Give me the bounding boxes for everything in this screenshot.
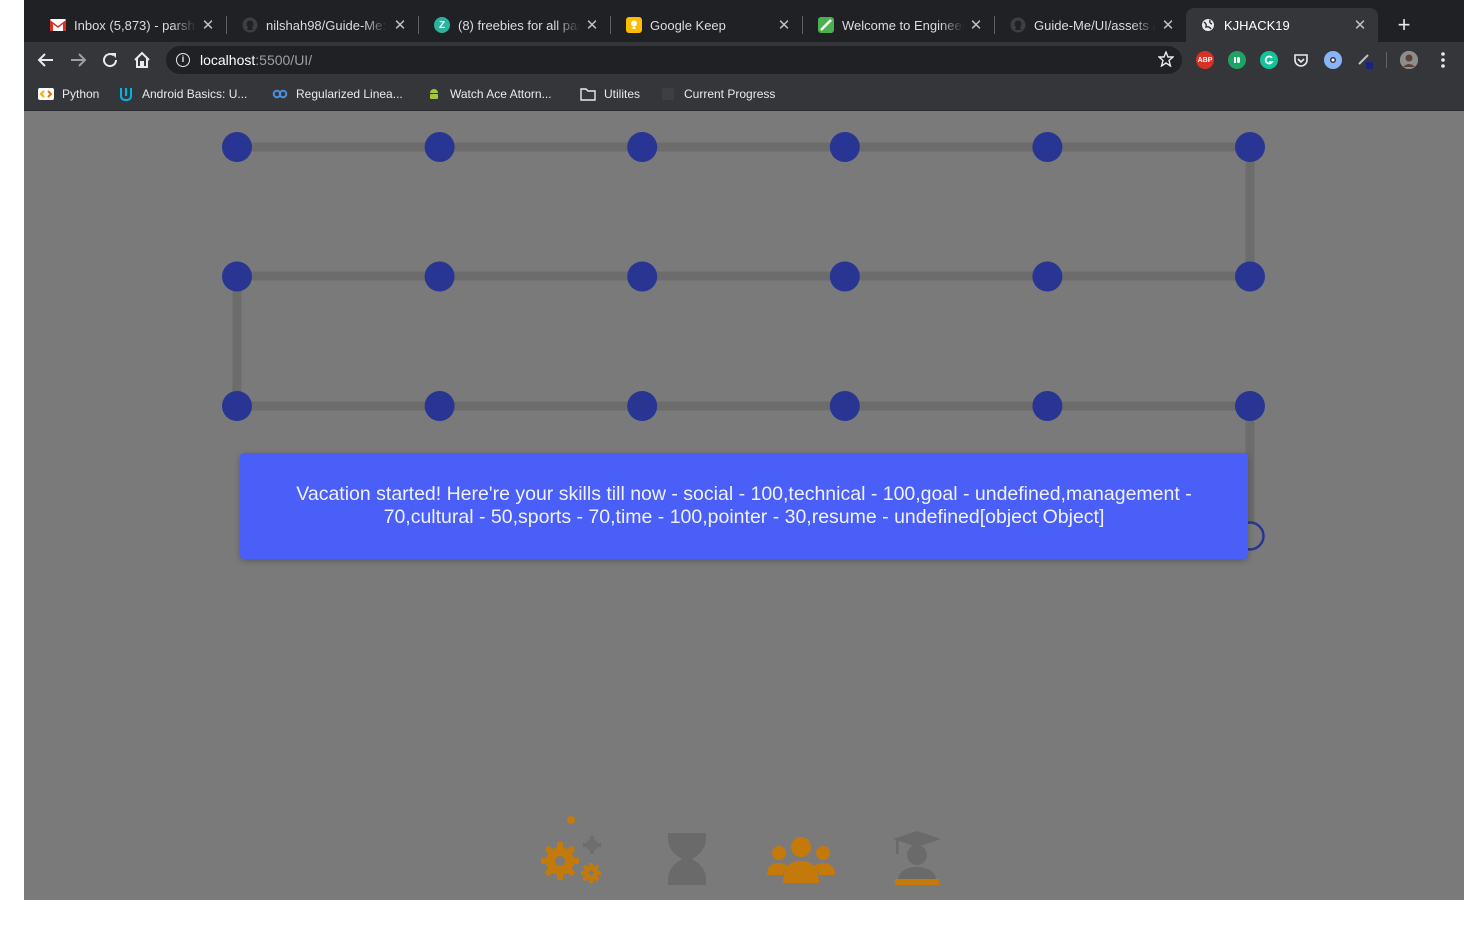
tab-separator xyxy=(994,16,995,34)
page-viewport: Vacation started! Here're your skills ti… xyxy=(24,111,1464,900)
tab-github-guide-me[interactable]: nilshah98/Guide-Me: ✕ xyxy=(228,8,418,42)
tab-freebies[interactable]: Z (8) freebies for all part ✕ xyxy=(420,8,610,42)
tab-separator xyxy=(226,16,227,34)
hourglass-icon[interactable] xyxy=(652,831,722,887)
android-icon xyxy=(426,86,442,102)
engineering-icon xyxy=(818,17,834,33)
new-tab-button[interactable]: + xyxy=(1390,12,1418,40)
profile-avatar[interactable] xyxy=(1400,51,1418,69)
toast-message: Vacation started! Here're your skills ti… xyxy=(296,483,1192,528)
toolbar-divider xyxy=(1386,52,1387,68)
page-icon xyxy=(660,86,676,102)
adblock-icon[interactable]: ABP xyxy=(1196,51,1214,69)
star-icon[interactable] xyxy=(1157,50,1175,72)
board-node xyxy=(829,132,860,162)
folder-icon xyxy=(580,86,596,102)
tab-engineering[interactable]: Welcome to Engineerin ✕ xyxy=(804,8,994,42)
pen-icon[interactable] xyxy=(1356,51,1374,69)
reload-button[interactable] xyxy=(98,48,122,72)
address-bar[interactable]: i localhost:5500/UI/ xyxy=(166,46,1182,74)
tab-separator xyxy=(418,16,419,34)
bookmark-regularized[interactable]: Regularized Linea... xyxy=(272,84,403,104)
globe-icon xyxy=(1200,17,1216,33)
close-icon[interactable]: ✕ xyxy=(1160,16,1176,34)
board-node xyxy=(627,261,658,292)
board-node xyxy=(222,261,252,292)
bookmarks-bar: Python Android Basics: U... Regularized … xyxy=(24,78,1464,111)
coursera-icon xyxy=(272,86,288,102)
close-icon[interactable]: ✕ xyxy=(584,16,600,34)
board-node xyxy=(424,261,455,292)
colab-icon xyxy=(38,86,54,102)
grammarly-icon[interactable] xyxy=(1260,51,1278,69)
keep-icon xyxy=(626,17,642,33)
vacation-toast: Vacation started! Here're your skills ti… xyxy=(240,453,1248,559)
forward-button[interactable] xyxy=(66,48,90,72)
green-extension-icon[interactable] xyxy=(1228,51,1246,69)
close-icon[interactable]: ✕ xyxy=(776,16,792,34)
tab-separator xyxy=(802,16,803,34)
home-button[interactable] xyxy=(130,48,154,72)
close-icon[interactable]: ✕ xyxy=(200,16,216,34)
board-node xyxy=(829,391,860,421)
board-node xyxy=(627,132,658,162)
tab-separator xyxy=(610,16,611,34)
board-node xyxy=(1235,132,1265,162)
board-node xyxy=(222,132,252,162)
board-node xyxy=(1032,132,1063,162)
board-node xyxy=(222,391,252,421)
close-icon[interactable]: ✕ xyxy=(392,16,408,34)
url-host: localhost xyxy=(200,52,256,68)
close-icon[interactable]: ✕ xyxy=(968,16,984,34)
github-icon xyxy=(242,17,258,33)
info-icon[interactable]: i xyxy=(176,53,190,67)
pocket-icon[interactable] xyxy=(1292,51,1310,69)
back-button[interactable] xyxy=(34,48,58,72)
board-node xyxy=(627,391,658,421)
graduate-icon[interactable] xyxy=(880,831,950,887)
toolbar: i localhost:5500/UI/ ABP xyxy=(24,42,1464,78)
tab-gmail[interactable]: Inbox (5,873) - parshv ✕ xyxy=(36,8,226,42)
tab-github-assets[interactable]: Guide-Me/UI/assets at ✕ xyxy=(996,8,1186,42)
forward-arrow-icon xyxy=(71,53,87,67)
url-path: :5500/UI/ xyxy=(255,52,313,68)
udacity-icon xyxy=(118,86,134,102)
board-node xyxy=(829,261,860,292)
board-node xyxy=(1235,391,1265,421)
back-arrow-icon xyxy=(37,53,53,67)
tab-strip: Inbox (5,873) - parshv ✕ nilshah98/Guide… xyxy=(24,0,1464,42)
board-node xyxy=(1032,391,1063,421)
bookmark-android-basics[interactable]: Android Basics: U... xyxy=(118,84,247,104)
menu-icon[interactable] xyxy=(1434,51,1452,69)
home-icon xyxy=(134,51,150,68)
board-node xyxy=(424,132,455,162)
gmail-icon xyxy=(50,17,66,33)
bookmark-utilites[interactable]: Utilites xyxy=(580,84,640,104)
group-icon[interactable] xyxy=(766,831,836,887)
tab-kjhack19[interactable]: KJHACK19 ✕ xyxy=(1186,8,1378,42)
bookmark-current-progress[interactable]: Current Progress xyxy=(660,84,775,104)
close-icon[interactable]: ✕ xyxy=(1352,16,1368,34)
tab-google-keep[interactable]: Google Keep ✕ xyxy=(612,8,802,42)
extension-icon[interactable] xyxy=(1324,51,1342,69)
z-icon: Z xyxy=(434,17,450,33)
board-node xyxy=(424,391,455,421)
github-icon xyxy=(1010,17,1026,33)
bookmark-python[interactable]: Python xyxy=(38,84,99,104)
board-node xyxy=(1032,261,1063,292)
reload-icon xyxy=(103,53,118,68)
browser-window: Inbox (5,873) - parshv ✕ nilshah98/Guide… xyxy=(24,0,1464,900)
technical-gears-icon[interactable] xyxy=(536,811,606,887)
board-node xyxy=(1235,261,1265,292)
bookmark-ace-attorney[interactable]: Watch Ace Attorn... xyxy=(426,84,552,104)
